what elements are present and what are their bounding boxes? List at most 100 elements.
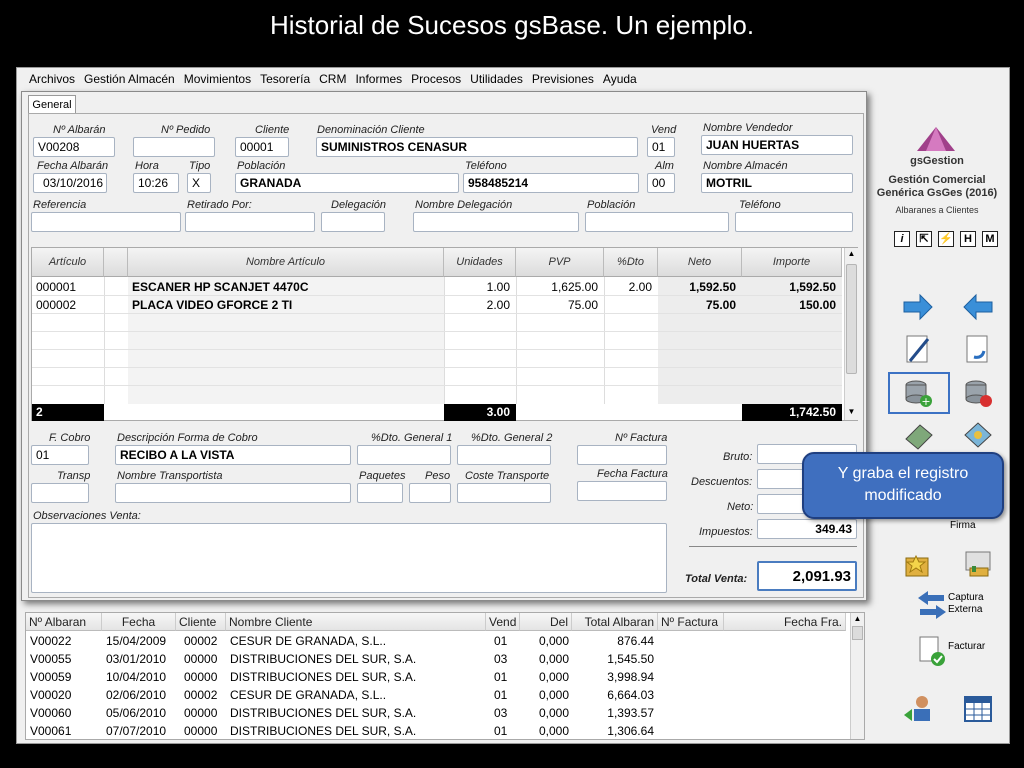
col-articulo[interactable]: Artículo	[32, 248, 104, 277]
referencia-field[interactable]	[31, 212, 181, 232]
retirado-field[interactable]	[185, 212, 315, 232]
observaciones-label: Observaciones Venta:	[33, 510, 141, 522]
nombre-almacen-field[interactable]: MOTRIL	[701, 173, 853, 193]
fecha-field[interactable]: 03/10/2016	[33, 173, 107, 193]
factura-field[interactable]	[577, 445, 667, 465]
cell-nombre: ESCANER HP SCANJET 4470C	[132, 280, 309, 294]
favorites-icon[interactable]	[902, 548, 934, 580]
list-col-nombre[interactable]: Nombre Cliente	[226, 613, 486, 631]
col-dto[interactable]: %Dto	[604, 248, 658, 277]
firma-label[interactable]: Firma	[950, 520, 976, 531]
fcobro-field[interactable]: 01	[31, 445, 89, 465]
info-icon[interactable]: i	[894, 231, 910, 247]
transp-field[interactable]	[31, 483, 89, 503]
list-cell-nombre: DISTRIBUCIONES DEL SUR, S.A.	[230, 706, 417, 720]
scroll-up-icon[interactable]: ▲	[846, 250, 857, 258]
list-col-cliente[interactable]: Cliente	[176, 613, 226, 631]
col-importe[interactable]: Importe	[742, 248, 842, 277]
menu-ayuda[interactable]: Ayuda	[601, 72, 644, 86]
peso-field[interactable]	[409, 483, 451, 503]
invoice-check-icon[interactable]	[916, 635, 948, 667]
coste-field[interactable]	[457, 483, 551, 503]
hora-field[interactable]: 10:26	[133, 173, 179, 193]
dto1-field[interactable]	[357, 445, 451, 465]
nombre-vendedor-field[interactable]: JUAN HUERTAS	[701, 135, 853, 155]
captura-label2[interactable]: Externa	[948, 604, 982, 616]
paquetes-field[interactable]	[357, 483, 403, 503]
tipo-field[interactable]: X	[187, 173, 211, 193]
list-cell-total: 6,664.03	[607, 688, 654, 702]
cliente-label: Cliente	[255, 124, 290, 136]
m-icon[interactable]: M	[982, 231, 998, 247]
col-neto[interactable]: Neto	[658, 248, 742, 277]
col-nombre[interactable]: Nombre Artículo	[128, 248, 444, 277]
nombre-delegacion-field[interactable]	[413, 212, 579, 232]
list-col-albaran[interactable]: Nº Albaran	[26, 613, 102, 631]
scroll-thumb[interactable]	[852, 626, 863, 640]
captura-label1[interactable]: Captura	[948, 592, 984, 604]
calendar-grid-icon[interactable]	[962, 693, 994, 725]
col-unidades[interactable]: Unidades	[444, 248, 516, 277]
history-h-icon[interactable]: H	[960, 231, 976, 247]
menu-gestion-almacen[interactable]: Gestión Almacén	[82, 72, 182, 86]
facturar-label[interactable]: Facturar	[948, 641, 985, 652]
list-col-vend[interactable]: Vend	[486, 613, 520, 631]
menu-procesos[interactable]: Procesos	[409, 72, 468, 86]
arrow-right-icon[interactable]	[902, 291, 934, 323]
capture-arrows-icon[interactable]	[916, 589, 948, 621]
impuestos-field[interactable]: 349.43	[757, 519, 857, 539]
list-col-factura[interactable]: Nº Factura	[658, 613, 724, 631]
menu-crm[interactable]: CRM	[317, 72, 353, 86]
menu-informes[interactable]: Informes	[353, 72, 409, 86]
undo-document-icon[interactable]	[962, 333, 994, 365]
dto2-label: %Dto. General 2	[471, 432, 553, 444]
delegacion-field[interactable]	[321, 212, 385, 232]
save-record-icon[interactable]: +	[902, 377, 934, 409]
menu-utilidades[interactable]: Utilidades	[468, 72, 530, 86]
telefono2-field[interactable]	[735, 212, 853, 232]
fecha-factura-field[interactable]	[577, 481, 667, 501]
menu-movimientos[interactable]: Movimientos	[182, 72, 258, 86]
menu-tesoreria[interactable]: Tesorería	[258, 72, 317, 86]
albaran-form-window: General Nº Albarán V00208 Nº Pedido Clie…	[21, 91, 867, 601]
alm-field[interactable]: 00	[647, 173, 675, 193]
nombre-transp-field[interactable]	[115, 483, 351, 503]
user-arrow-icon[interactable]	[902, 693, 934, 725]
desc-cobro-field[interactable]: RECIBO A LA VISTA	[115, 445, 351, 465]
poblacion2-field[interactable]	[585, 212, 729, 232]
menu-previsiones[interactable]: Previsiones	[530, 72, 601, 86]
cursor-icon[interactable]: ⇱	[916, 231, 932, 247]
cliente-field[interactable]: 00001	[235, 137, 289, 157]
calculator-icon[interactable]	[902, 419, 934, 451]
vend-field[interactable]: 01	[647, 137, 675, 157]
delete-record-icon[interactable]	[962, 377, 994, 409]
edit-document-icon[interactable]	[902, 333, 934, 365]
chart-money-icon[interactable]	[962, 548, 994, 580]
list-col-fecha-fra[interactable]: Fecha Fra.	[724, 613, 846, 631]
dto2-field[interactable]	[457, 445, 551, 465]
scroll-up-icon[interactable]: ▲	[852, 615, 863, 623]
flash-icon[interactable]: ⚡	[938, 231, 954, 247]
poblacion-field[interactable]: GRANADA	[235, 173, 459, 193]
grid-scrollbar[interactable]: ▲ ▼	[844, 248, 858, 420]
list-col-del[interactable]: Del	[520, 613, 572, 631]
telefono-field[interactable]: 958485214	[463, 173, 639, 193]
menu-archivos[interactable]: Archivos	[27, 72, 82, 86]
list-col-total[interactable]: Total Albaran	[572, 613, 658, 631]
list-scrollbar[interactable]: ▲	[850, 613, 864, 739]
pedido-field[interactable]	[133, 137, 215, 157]
arrow-left-icon[interactable]	[962, 291, 994, 323]
hora-label: Hora	[135, 160, 159, 172]
scroll-thumb[interactable]	[846, 264, 857, 374]
tab-general[interactable]: General	[28, 95, 76, 114]
list-col-fecha[interactable]: Fecha	[102, 613, 176, 631]
denominacion-field[interactable]: SUMINISTROS CENASUR	[316, 137, 638, 157]
scroll-down-icon[interactable]: ▼	[846, 408, 857, 416]
map-icon[interactable]	[962, 419, 994, 451]
list-cell-vend: 01	[494, 670, 508, 684]
fcobro-label: F. Cobro	[49, 432, 91, 444]
observaciones-field[interactable]	[31, 523, 667, 593]
total-venta-field[interactable]: 2,091.93	[757, 561, 857, 591]
col-pvp[interactable]: PVP	[516, 248, 604, 277]
albaran-field[interactable]: V00208	[33, 137, 115, 157]
